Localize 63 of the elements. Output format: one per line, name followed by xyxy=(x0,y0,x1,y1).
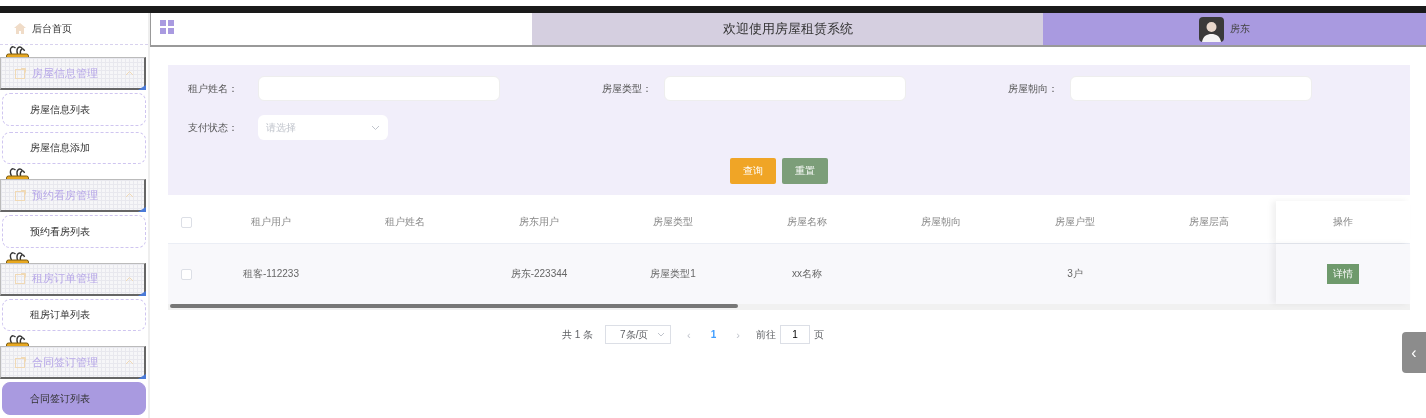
field-label: 房屋朝向： xyxy=(1007,81,1059,96)
details-button[interactable]: 详情 xyxy=(1327,264,1359,284)
menu-group-title: 房屋信息管理 xyxy=(32,65,99,81)
goto-label: 前往 xyxy=(756,327,776,342)
chevron-icon xyxy=(125,275,134,282)
checkbox[interactable] xyxy=(180,268,192,280)
column-header: 操作 xyxy=(1333,215,1353,229)
sidebar-item[interactable]: 后台首页 xyxy=(0,13,148,46)
folder-icon xyxy=(15,273,26,285)
search-button[interactable]: 查询 xyxy=(730,158,776,184)
chevron-icon xyxy=(125,192,134,199)
menu-group[interactable]: 预约看房管理 xyxy=(0,179,146,213)
column-header: 房东用户 xyxy=(519,216,559,227)
column-header: 房屋朝向 xyxy=(921,216,961,227)
column-header: 房屋层高 xyxy=(1189,216,1229,227)
sidebar-item[interactable]: 租房订单列表 xyxy=(2,298,146,332)
page-button[interactable]: 1 xyxy=(706,329,721,340)
total-count: 共 1 条 xyxy=(562,327,594,342)
folder-icon xyxy=(15,67,26,79)
page-size-select[interactable]: 7条/页 xyxy=(605,325,672,344)
column-header: 房屋户型 xyxy=(1055,216,1095,227)
column-header: 租户用户 xyxy=(251,216,291,227)
column-header: 房屋类型 xyxy=(653,216,693,227)
chevron-icon xyxy=(125,359,134,366)
page-input[interactable]: 1 xyxy=(780,325,810,344)
table-cell: 3户 xyxy=(1067,268,1083,279)
menu-group[interactable]: 合同签订管理 xyxy=(0,346,146,380)
table-cell: xx名称 xyxy=(792,268,822,279)
field-label: 租户姓名： xyxy=(188,81,239,96)
sidebar-item[interactable]: 合同签订列表 xyxy=(2,382,146,415)
menu-group-title: 租房订单管理 xyxy=(32,271,99,287)
menu-group-title: 预约看房管理 xyxy=(32,187,99,203)
collapse-button[interactable]: ‹ xyxy=(1402,332,1426,373)
home-icon xyxy=(14,23,26,35)
chevron-icon xyxy=(371,124,380,131)
column-header: 租户姓名 xyxy=(385,216,425,227)
table-cell: 租客-112233 xyxy=(243,268,299,279)
reset-button[interactable]: 重置 xyxy=(782,158,828,184)
table-cell: 房屋类型1 xyxy=(650,268,696,279)
menu-group[interactable]: 租房订单管理 xyxy=(0,262,146,296)
folder-icon xyxy=(15,189,26,201)
table-cell: 房东-223344 xyxy=(510,268,568,279)
column-header: 房屋名称 xyxy=(787,216,827,227)
field-label: 支付状态： xyxy=(188,120,239,135)
menu-label: 后台首页 xyxy=(32,21,72,36)
checkbox[interactable] xyxy=(180,216,192,228)
page-unit: 页 xyxy=(814,327,824,342)
next-page-button[interactable]: › xyxy=(732,328,744,341)
grid-icon[interactable] xyxy=(160,20,174,34)
scrollbar[interactable] xyxy=(170,304,738,308)
menu-group-title: 合同签订管理 xyxy=(32,354,99,370)
sidebar-item[interactable]: 预约看房列表 xyxy=(2,215,146,248)
sidebar-item[interactable]: 房屋信息列表 xyxy=(2,93,146,126)
field-label: 房屋类型： xyxy=(601,81,653,96)
folder-icon xyxy=(15,356,26,368)
previous-page-button[interactable]: ‹ xyxy=(683,328,695,341)
avatar[interactable] xyxy=(1199,16,1224,42)
sidebar-item[interactable]: 房屋信息添加 xyxy=(2,131,146,165)
app-title: 欢迎使用房屋租赁系统 xyxy=(722,20,853,38)
user-name: 房东 xyxy=(1230,22,1250,36)
chevron-icon xyxy=(657,332,666,337)
chevron-icon xyxy=(125,70,134,77)
menu-group[interactable]: 房屋信息管理 xyxy=(0,57,146,91)
